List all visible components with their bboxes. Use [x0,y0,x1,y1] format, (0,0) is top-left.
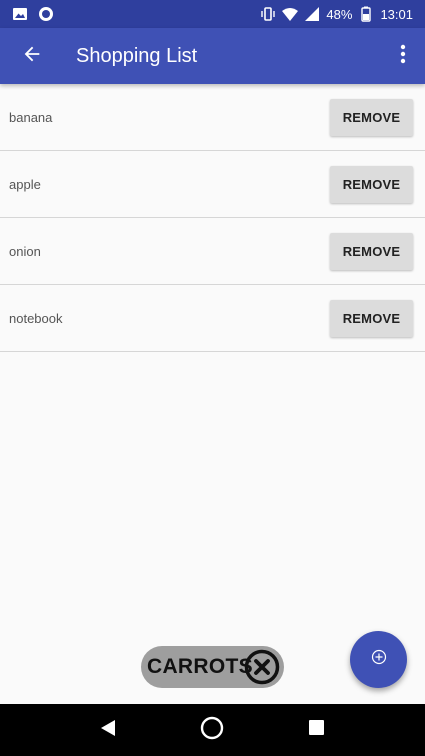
home-circle-icon [200,716,224,745]
arrow-back-icon [21,43,43,70]
app-screen: 48% 13:01 Shopping List banana REMOVE ap… [0,0,425,756]
back-button[interactable] [4,28,60,84]
status-time: 13:01 [380,6,413,22]
more-vert-icon [400,44,406,69]
navigation-bar [0,704,425,756]
square-recents-icon [308,719,325,741]
battery-text: 48% [326,6,353,22]
remove-button[interactable]: REMOVE [330,98,413,136]
vibrate-icon [260,6,276,22]
add-item-fab[interactable] [350,631,407,688]
signal-icon [304,6,320,22]
item-chip[interactable]: CARROTS [141,646,284,688]
item-label: apple [9,176,41,192]
remove-button[interactable]: REMOVE [330,165,413,203]
nav-back-button[interactable] [88,710,128,750]
chip-label: CARROTS [147,655,253,678]
close-circle-icon[interactable] [244,649,280,685]
triangle-back-icon [100,719,116,742]
app-bar: Shopping List [0,28,425,84]
status-left [12,6,54,22]
status-bar: 48% 13:01 [0,0,425,28]
item-label: onion [9,243,41,259]
shopping-list: banana REMOVE apple REMOVE onion REMOVE … [0,84,425,352]
status-right: 48% 13:01 [260,6,413,22]
wifi-icon [282,6,299,22]
record-icon [38,6,54,22]
more-options-button[interactable] [381,28,425,84]
remove-button[interactable]: REMOVE [330,299,413,337]
item-label: notebook [9,310,63,326]
item-label: banana [9,109,53,125]
page-title: Shopping List [76,44,198,67]
list-item: onion REMOVE [0,218,425,285]
image-icon [12,6,28,22]
nav-recents-button[interactable] [297,710,337,750]
nav-home-button[interactable] [192,710,232,750]
remove-button[interactable]: REMOVE [330,232,413,270]
list-item: banana REMOVE [0,84,425,151]
battery-icon [358,6,374,22]
add-circle-icon [371,649,387,670]
list-item: notebook REMOVE [0,285,425,352]
list-item: apple REMOVE [0,151,425,218]
